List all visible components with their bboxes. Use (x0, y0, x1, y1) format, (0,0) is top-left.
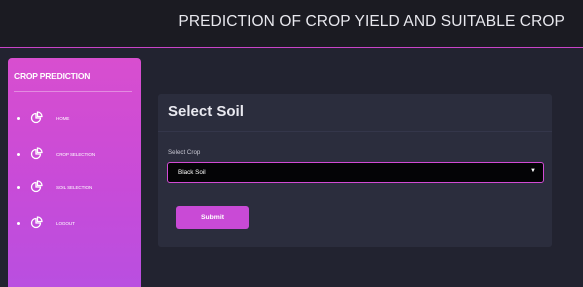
sidebar: CROP PREDICTION HOME CROP SELECTION SOIL… (8, 58, 141, 287)
bullet-dot-icon (17, 116, 20, 120)
sidebar-divider (14, 91, 132, 92)
card-divider (158, 131, 552, 132)
sidebar-brand: CROP PREDICTION (14, 71, 91, 81)
submit-button[interactable]: Submit (176, 206, 249, 229)
pie-chart-icon (30, 111, 43, 124)
selected-option: Black Soil (178, 169, 206, 176)
pie-chart-icon (30, 147, 43, 160)
soil-select-dropdown[interactable]: Black Soil ▼ (167, 162, 544, 183)
sidebar-item-label: LOGOUT (56, 220, 75, 226)
bullet-dot-icon (17, 185, 20, 189)
card-heading: Select Soil (168, 103, 244, 120)
sidebar-item-crop-selection[interactable]: CROP SELECTION (8, 145, 141, 163)
select-soil-card: Select Soil Select Crop Black Soil ▼ Sub… (158, 94, 552, 247)
sidebar-item-label: HOME (56, 115, 70, 121)
page-title: PREDICTION OF CROP YIELD AND SUITABLE CR… (178, 13, 565, 30)
bullet-dot-icon (17, 221, 20, 225)
top-header: PREDICTION OF CROP YIELD AND SUITABLE CR… (0, 0, 583, 48)
pie-chart-icon (30, 216, 43, 229)
chevron-down-icon: ▼ (530, 168, 536, 174)
select-crop-label: Select Crop (168, 149, 201, 156)
sidebar-item-logout[interactable]: LOGOUT (8, 214, 141, 232)
pie-chart-icon (30, 180, 43, 193)
sidebar-item-home[interactable]: HOME (8, 109, 141, 127)
sidebar-item-label: CROP SELECTION (56, 151, 96, 157)
bullet-dot-icon (17, 152, 20, 156)
sidebar-item-label: SOIL SELECTION (56, 184, 93, 190)
sidebar-item-soil-selection[interactable]: SOIL SELECTION (8, 178, 141, 196)
